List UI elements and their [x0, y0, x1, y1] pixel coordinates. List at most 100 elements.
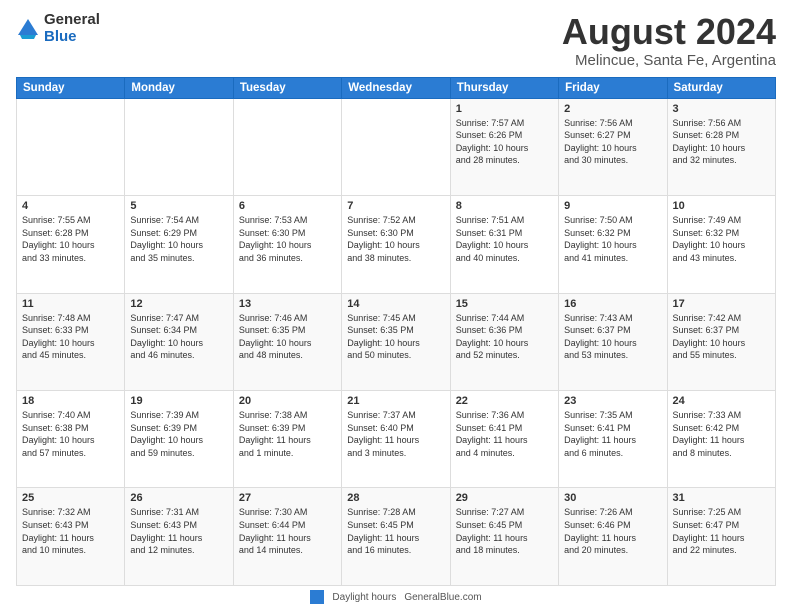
day-info: Sunrise: 7:38 AM Sunset: 6:39 PM Dayligh… — [239, 409, 336, 459]
day-number: 25 — [22, 492, 119, 504]
day-number: 31 — [673, 492, 770, 504]
calendar-header: SundayMondayTuesdayWednesdayThursdayFrid… — [17, 77, 776, 98]
day-info: Sunrise: 7:45 AM Sunset: 6:35 PM Dayligh… — [347, 312, 444, 362]
day-info: Sunrise: 7:57 AM Sunset: 6:26 PM Dayligh… — [456, 117, 553, 167]
day-number: 29 — [456, 492, 553, 504]
day-cell: 24Sunrise: 7:33 AM Sunset: 6:42 PM Dayli… — [667, 391, 775, 488]
day-cell: 13Sunrise: 7:46 AM Sunset: 6:35 PM Dayli… — [233, 293, 341, 390]
day-cell: 31Sunrise: 7:25 AM Sunset: 6:47 PM Dayli… — [667, 488, 775, 586]
day-info: Sunrise: 7:56 AM Sunset: 6:28 PM Dayligh… — [673, 117, 770, 167]
day-number: 20 — [239, 395, 336, 407]
day-cell: 4Sunrise: 7:55 AM Sunset: 6:28 PM Daylig… — [17, 196, 125, 293]
week-row-3: 11Sunrise: 7:48 AM Sunset: 6:33 PM Dayli… — [17, 293, 776, 390]
day-info: Sunrise: 7:27 AM Sunset: 6:45 PM Dayligh… — [456, 506, 553, 556]
day-number: 5 — [130, 200, 227, 212]
day-cell: 17Sunrise: 7:42 AM Sunset: 6:37 PM Dayli… — [667, 293, 775, 390]
header: General Blue August 2024 Melincue, Santa… — [16, 12, 776, 69]
day-cell: 15 Sunrise: 7:44 AM Sunset: 6:36 PM Dayli… — [450, 293, 558, 390]
day-number: 24 — [673, 395, 770, 407]
day-info: Sunrise: 7:31 AM Sunset: 6:43 PM Dayligh… — [130, 506, 227, 556]
header-cell-tuesday: Tuesday — [233, 77, 341, 98]
day-cell: 3Sunrise: 7:56 AM Sunset: 6:28 PM Daylig… — [667, 98, 775, 195]
day-info: Sunrise: 7:30 AM Sunset: 6:44 PM Dayligh… — [239, 506, 336, 556]
day-number: 12 — [130, 298, 227, 310]
day-info: Sunrise: 7:37 AM Sunset: 6:40 PM Dayligh… — [347, 409, 444, 459]
day-cell: 23Sunrise: 7:35 AM Sunset: 6:41 PM Dayli… — [559, 391, 667, 488]
day-cell: 11Sunrise: 7:48 AM Sunset: 6:33 PM Dayli… — [17, 293, 125, 390]
day-info: Sunrise: 7:32 AM Sunset: 6:43 PM Dayligh… — [22, 506, 119, 556]
day-info: Sunrise: 7:55 AM Sunset: 6:28 PM Dayligh… — [22, 214, 119, 264]
week-row-1: 1 Sunrise: 7:57 AM Sunset: 6:26 PM Daylig… — [17, 98, 776, 195]
day-info: Sunrise: 7:47 AM Sunset: 6:34 PM Dayligh… — [130, 312, 227, 362]
day-number: 10 — [673, 200, 770, 212]
day-number: 14 — [347, 298, 444, 310]
day-info: Sunrise: 7:43 AM Sunset: 6:37 PM Dayligh… — [564, 312, 661, 362]
day-number: 8 — [456, 200, 553, 212]
day-number: 7 — [347, 200, 444, 212]
day-cell: 20 Sunrise: 7:38 AM Sunset: 6:39 PM Dayli… — [233, 391, 341, 488]
calendar: SundayMondayTuesdayWednesdayThursdayFrid… — [16, 77, 776, 586]
day-cell: 29 Sunrise: 7:27 AM Sunset: 6:45 PM Dayli… — [450, 488, 558, 586]
day-number: 9 — [564, 200, 661, 212]
day-info: Sunrise: 7:52 AM Sunset: 6:30 PM Dayligh… — [347, 214, 444, 264]
day-number: 21 — [347, 395, 444, 407]
day-cell: 19Sunrise: 7:39 AM Sunset: 6:39 PM Dayli… — [125, 391, 233, 488]
day-number: 27 — [239, 492, 336, 504]
legend-box — [310, 590, 324, 604]
footer-source: GeneralBlue.com — [404, 592, 481, 603]
logo-general: General — [44, 12, 100, 29]
calendar-body: 1 Sunrise: 7:57 AM Sunset: 6:26 PM Daylig… — [17, 98, 776, 585]
header-row: SundayMondayTuesdayWednesdayThursdayFrid… — [17, 77, 776, 98]
day-info: Sunrise: 7:50 AM Sunset: 6:32 PM Dayligh… — [564, 214, 661, 264]
title-month: August 2024 — [562, 12, 776, 52]
day-info: Sunrise: 7:36 AM Sunset: 6:41 PM Dayligh… — [456, 409, 553, 459]
logo: General Blue — [16, 12, 100, 45]
header-cell-friday: Friday — [559, 77, 667, 98]
logo-blue: Blue — [44, 29, 100, 46]
day-cell: 25 Sunrise: 7:32 AM Sunset: 6:43 PM Dayli… — [17, 488, 125, 586]
day-number: 13 — [239, 298, 336, 310]
day-info: Sunrise: 7:26 AM Sunset: 6:46 PM Dayligh… — [564, 506, 661, 556]
day-cell: 21 Sunrise: 7:37 AM Sunset: 6:40 PM Dayli… — [342, 391, 450, 488]
title-location: Melincue, Santa Fe, Argentina — [562, 52, 776, 69]
day-cell: 5 Sunrise: 7:54 AM Sunset: 6:29 PM Daylig… — [125, 196, 233, 293]
day-number: 17 — [673, 298, 770, 310]
day-cell — [125, 98, 233, 195]
day-cell: 2Sunrise: 7:56 AM Sunset: 6:27 PM Daylig… — [559, 98, 667, 195]
header-cell-wednesday: Wednesday — [342, 77, 450, 98]
day-number: 11 — [22, 298, 119, 310]
day-info: Sunrise: 7:53 AM Sunset: 6:30 PM Dayligh… — [239, 214, 336, 264]
day-number: 16 — [564, 298, 661, 310]
calendar-table: SundayMondayTuesdayWednesdayThursdayFrid… — [16, 77, 776, 586]
day-cell: 26 Sunrise: 7:31 AM Sunset: 6:43 PM Dayli… — [125, 488, 233, 586]
day-number: 26 — [130, 492, 227, 504]
calendar-page: General Blue August 2024 Melincue, Santa… — [0, 0, 792, 612]
day-cell: 12 Sunrise: 7:47 AM Sunset: 6:34 PM Dayli… — [125, 293, 233, 390]
day-info: Sunrise: 7:49 AM Sunset: 6:32 PM Dayligh… — [673, 214, 770, 264]
day-number: 30 — [564, 492, 661, 504]
logo-text: General Blue — [44, 12, 100, 45]
day-cell: 22 Sunrise: 7:36 AM Sunset: 6:41 PM Dayli… — [450, 391, 558, 488]
title-block: August 2024 Melincue, Santa Fe, Argentin… — [562, 12, 776, 69]
day-cell: 16 Sunrise: 7:43 AM Sunset: 6:37 PM Dayli… — [559, 293, 667, 390]
header-cell-thursday: Thursday — [450, 77, 558, 98]
day-info: Sunrise: 7:56 AM Sunset: 6:27 PM Dayligh… — [564, 117, 661, 167]
header-cell-sunday: Sunday — [17, 77, 125, 98]
day-number: 19 — [130, 395, 227, 407]
logo-icon — [16, 15, 40, 43]
day-number: 1 — [456, 103, 553, 115]
day-number: 6 — [239, 200, 336, 212]
day-cell — [233, 98, 341, 195]
day-number: 22 — [456, 395, 553, 407]
day-info: Sunrise: 7:44 AM Sunset: 6:36 PM Dayligh… — [456, 312, 553, 362]
week-row-5: 25 Sunrise: 7:32 AM Sunset: 6:43 PM Dayli… — [17, 488, 776, 586]
week-row-2: 4Sunrise: 7:55 AM Sunset: 6:28 PM Daylig… — [17, 196, 776, 293]
day-number: 15 — [456, 298, 553, 310]
day-info: Sunrise: 7:40 AM Sunset: 6:38 PM Dayligh… — [22, 409, 119, 459]
day-number: 28 — [347, 492, 444, 504]
day-info: Sunrise: 7:35 AM Sunset: 6:41 PM Dayligh… — [564, 409, 661, 459]
day-cell: 1 Sunrise: 7:57 AM Sunset: 6:26 PM Daylig… — [450, 98, 558, 195]
footer: Daylight hours GeneralBlue.com — [16, 590, 776, 604]
day-info: Sunrise: 7:54 AM Sunset: 6:29 PM Dayligh… — [130, 214, 227, 264]
day-cell: 9 Sunrise: 7:50 AM Sunset: 6:32 PM Daylig… — [559, 196, 667, 293]
